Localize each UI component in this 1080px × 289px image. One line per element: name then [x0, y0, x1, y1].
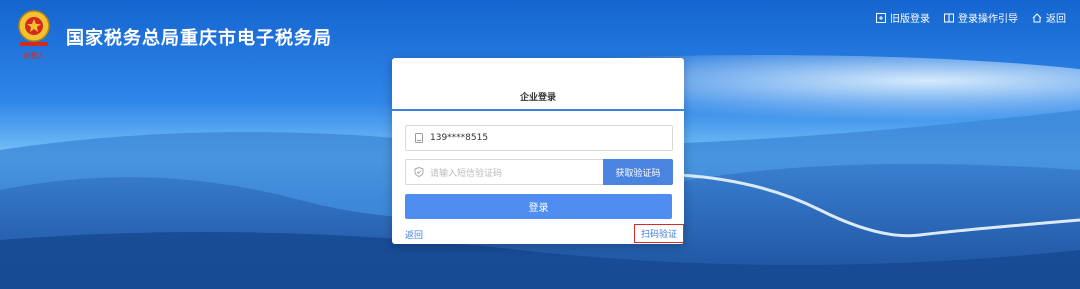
sms-code-placeholder: 请输入短信验证码: [430, 168, 503, 179]
top-navigation: 旧版登录 登录操作引导 返回: [876, 10, 1066, 25]
nav-login-guide[interactable]: 登录操作引导: [944, 10, 1018, 25]
sms-code-field[interactable]: 请输入短信验证码 获取验证码: [405, 159, 673, 185]
old-login-icon: [876, 12, 886, 23]
phone-field[interactable]: 139****8515: [405, 125, 673, 151]
tax-emblem-icon: 纳税人: [18, 10, 50, 60]
nav-old-login-label: 旧版登录: [890, 14, 930, 25]
login-button[interactable]: 登录: [405, 194, 672, 219]
phone-value: 139****8515: [430, 133, 489, 143]
guide-book-icon: [944, 13, 954, 22]
home-icon: [1032, 12, 1042, 22]
login-title: 企业登录: [519, 93, 556, 103]
nav-login-guide-label: 登录操作引导: [958, 14, 1018, 25]
scan-verify-link[interactable]: 扫码验证: [633, 224, 684, 243]
svg-text:纳税人: 纳税人: [24, 51, 45, 60]
nav-back-home[interactable]: 返回: [1032, 10, 1066, 25]
site-title: 国家税务总局重庆市电子税务局: [66, 28, 332, 49]
login-card-header: 企业登录: [392, 58, 684, 111]
nav-back-home-label: 返回: [1046, 14, 1066, 25]
phone-icon: [415, 133, 423, 143]
shield-icon: [414, 167, 424, 177]
login-card: 企业登录 139****8515 请输入短信验证码 获取验证码 登录 返回 扫码…: [392, 58, 684, 244]
get-code-button[interactable]: 获取验证码: [603, 159, 673, 185]
nav-old-login[interactable]: 旧版登录: [876, 10, 930, 25]
back-link[interactable]: 返回: [405, 228, 423, 241]
